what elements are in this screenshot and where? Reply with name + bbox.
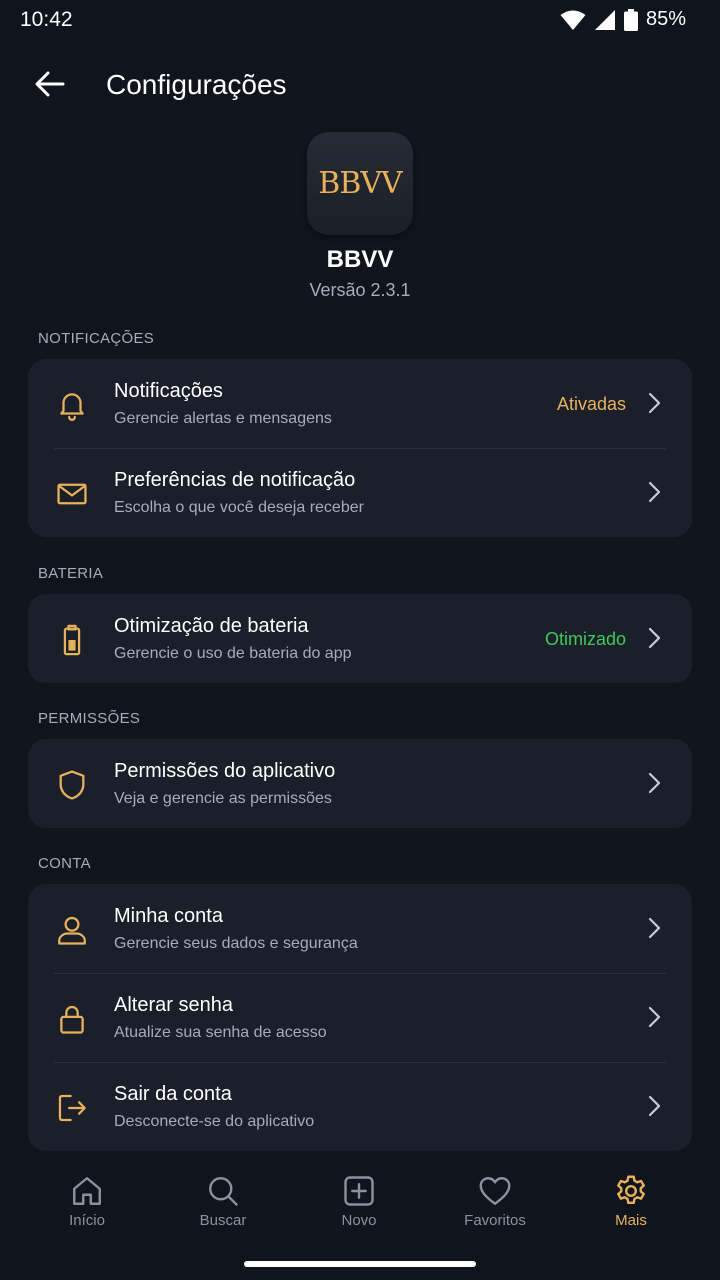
row-subtitle: Escolha o que você deseja receber	[114, 499, 364, 516]
logout-icon	[54, 1090, 90, 1126]
bell-icon	[54, 387, 90, 423]
row-title: Permissões do aplicativo	[114, 760, 336, 782]
app-header: Configurações	[0, 56, 720, 116]
row-title: Otimização de bateria	[114, 615, 309, 637]
card-bateria: Otimização de bateria Gerencie o uso de …	[28, 594, 692, 683]
row-subtitle: Gerencie seus dados e segurança	[114, 935, 358, 952]
nav-label: Mais	[615, 1212, 647, 1229]
nav-label: Favoritos	[464, 1212, 526, 1229]
nav-item-novo[interactable]: Novo	[304, 1173, 414, 1229]
nav-label: Buscar	[199, 1212, 247, 1229]
app-logo-text: BBVV	[318, 166, 402, 201]
status-badge: Otimizado	[544, 629, 626, 649]
plus-square-icon	[341, 1173, 377, 1209]
row-subtitle: Gerencie alertas e mensagens	[114, 410, 332, 427]
chevron-right-icon	[642, 916, 666, 940]
row-title: Notificações	[114, 380, 223, 402]
card-permissoes: Permissões do aplicativo Veja e gerencie…	[28, 739, 692, 828]
wifi-icon	[560, 9, 586, 31]
nav-item-favoritos[interactable]: Favoritos	[440, 1173, 550, 1229]
settings-row-permissoes[interactable]: Permissões do aplicativo Veja e gerencie…	[28, 739, 692, 828]
page-title: Configurações	[106, 69, 287, 100]
row-title: Sair da conta	[114, 1083, 232, 1105]
settings-row-alterar-senha[interactable]: Alterar senha Atualize sua senha de aces…	[28, 973, 692, 1062]
row-title: Alterar senha	[114, 994, 233, 1016]
nav-item-inicio[interactable]: Início	[32, 1173, 142, 1229]
row-subtitle: Gerencie o uso de bateria do app	[114, 645, 352, 662]
shield-icon	[54, 767, 90, 803]
status-time: 10:42	[20, 8, 73, 31]
settings-row-otimizacao-bateria[interactable]: Otimização de bateria Gerencie o uso de …	[28, 594, 692, 683]
back-button[interactable]	[30, 66, 70, 106]
arrow-left-icon	[35, 71, 65, 102]
app-version: Versão 2.3.1	[309, 280, 411, 300]
section-label-permissoes: PERMISSÕES	[38, 710, 141, 727]
settings-row-notificacoes[interactable]: Notificações Gerencie alertas e mensagen…	[28, 359, 692, 448]
home-indicator[interactable]	[244, 1261, 476, 1267]
mail-icon	[54, 476, 90, 512]
nav-item-mais[interactable]: Mais	[576, 1173, 686, 1229]
card-notificacoes: Notificações Gerencie alertas e mensagen…	[28, 359, 692, 537]
settings-row-minha-conta[interactable]: Minha conta Gerencie seus dados e segura…	[28, 884, 692, 973]
user-icon	[54, 912, 90, 948]
nav-label: Início	[69, 1212, 105, 1229]
row-title: Minha conta	[114, 905, 223, 927]
chevron-right-icon	[642, 626, 666, 650]
battery-status-icon	[623, 8, 638, 31]
lock-icon	[54, 1001, 90, 1037]
chevron-right-icon	[642, 1005, 666, 1029]
app-name: BBVV	[326, 246, 394, 273]
section-label-notificacoes: NOTIFICAÇÕES	[38, 330, 155, 347]
search-icon	[205, 1173, 241, 1209]
signal-icon	[594, 9, 616, 31]
nav-item-buscar[interactable]: Buscar	[168, 1173, 278, 1229]
card-conta: Minha conta Gerencie seus dados e segura…	[28, 884, 692, 1151]
gear-icon	[613, 1173, 649, 1209]
settings-row-sair-conta[interactable]: Sair da conta Desconecte-se do aplicativ…	[28, 1062, 692, 1151]
section-label-conta: CONTA	[38, 855, 91, 872]
nav-label: Novo	[341, 1212, 377, 1229]
chevron-right-icon	[642, 391, 666, 415]
row-subtitle: Desconecte-se do aplicativo	[114, 1113, 315, 1130]
row-subtitle: Veja e gerencie as permissões	[114, 790, 332, 807]
bottom-nav: Início Buscar Novo Favoritos Mais	[0, 1165, 720, 1245]
status-badge: Ativadas	[556, 394, 626, 414]
battery-icon	[54, 622, 90, 658]
home-icon	[69, 1173, 105, 1209]
status-icons: 85%	[560, 8, 686, 31]
row-subtitle: Atualize sua senha de acesso	[114, 1024, 327, 1041]
row-title: Preferências de notificação	[114, 469, 356, 491]
section-label-bateria: BATERIA	[38, 565, 104, 582]
chevron-right-icon	[642, 1094, 666, 1118]
heart-icon	[477, 1173, 513, 1209]
battery-percent: 85%	[645, 8, 686, 30]
status-bar: 10:42 85%	[0, 0, 720, 40]
chevron-right-icon	[642, 480, 666, 504]
settings-row-preferencias[interactable]: Preferências de notificação Escolha o qu…	[28, 448, 692, 537]
app-logo: BBVV	[307, 132, 413, 235]
chevron-right-icon	[642, 771, 666, 795]
